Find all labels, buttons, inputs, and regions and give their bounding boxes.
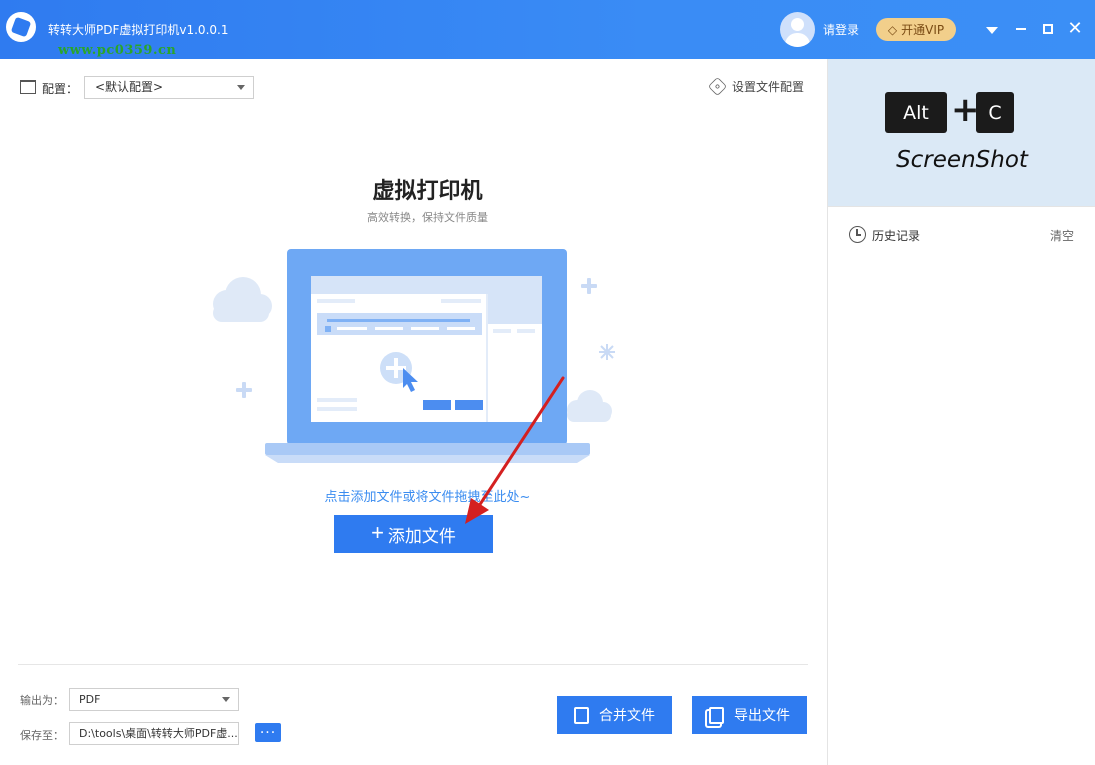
history-panel: Alt + C ScreenShot 历史记录 清空 bbox=[827, 59, 1095, 765]
vip-button[interactable]: ◇ 开通VIP bbox=[876, 18, 956, 41]
clear-history-link[interactable]: 清空 bbox=[1050, 227, 1074, 244]
page-subtitle: 高效转换，保持文件质量 bbox=[367, 211, 488, 224]
save-path-field[interactable]: D:\tools\桌面\转转大师PDF虚... bbox=[69, 722, 239, 745]
diamond-icon: ◇ bbox=[887, 22, 898, 37]
login-link[interactable]: 请登录 bbox=[823, 21, 859, 38]
save-path-label: 保存至： bbox=[20, 729, 64, 742]
chevron-down-icon bbox=[237, 85, 245, 90]
config-select[interactable]: <默认配置> bbox=[84, 76, 254, 99]
watermark: www.pc0359.cn bbox=[58, 43, 177, 58]
title-bar: 转转大师PDF虚拟打印机v1.0.0.1 www.pc0359.cn 请登录 ◇… bbox=[0, 0, 1095, 59]
export-files-button[interactable]: 导出文件 bbox=[692, 696, 807, 734]
browse-button[interactable]: ··· bbox=[255, 723, 281, 742]
annotation-arrow bbox=[465, 376, 565, 524]
maximize-button[interactable] bbox=[1037, 18, 1059, 40]
config-label: 配置： bbox=[42, 82, 79, 96]
avatar[interactable] bbox=[780, 12, 815, 47]
minimize-icon bbox=[1016, 28, 1026, 30]
cloud-icon bbox=[213, 277, 272, 322]
plus-icon: + bbox=[371, 520, 384, 545]
output-format-select[interactable]: PDF bbox=[69, 688, 239, 711]
screenshot-banner[interactable]: Alt + C ScreenShot bbox=[828, 59, 1095, 206]
app-title: 转转大师PDF虚拟打印机v1.0.0.1 bbox=[48, 23, 229, 37]
vip-label: 开通VIP bbox=[901, 23, 945, 37]
output-format-value: PDF bbox=[79, 693, 101, 706]
document-icon bbox=[574, 706, 589, 724]
add-file-label: 添加文件 bbox=[387, 526, 456, 546]
documents-icon bbox=[709, 706, 724, 724]
export-files-label: 导出文件 bbox=[734, 707, 790, 723]
chevron-down-icon bbox=[986, 26, 998, 34]
divider bbox=[828, 206, 1095, 207]
drop-hint: 点击添加文件或将文件拖拽至此处~ bbox=[324, 490, 531, 505]
c-key: C bbox=[976, 92, 1014, 133]
menu-dropdown-button[interactable] bbox=[981, 18, 1003, 40]
divider bbox=[18, 664, 808, 665]
history-title: 历史记录 bbox=[872, 229, 921, 243]
page-title: 虚拟打印机 bbox=[372, 179, 483, 204]
sparkle-icon bbox=[599, 344, 615, 360]
merge-files-label: 合并文件 bbox=[599, 707, 655, 723]
app-logo-icon bbox=[6, 12, 36, 42]
close-icon: ✕ bbox=[1067, 18, 1083, 39]
settings-icon bbox=[707, 76, 728, 97]
settings-file-config-link[interactable]: 设置文件配置 bbox=[707, 76, 805, 97]
chevron-down-icon bbox=[222, 697, 230, 702]
alt-key: Alt bbox=[885, 92, 947, 133]
merge-files-button[interactable]: 合并文件 bbox=[557, 696, 672, 734]
clock-icon bbox=[849, 226, 866, 243]
config-selected-value: <默认配置> bbox=[95, 80, 164, 94]
minimize-button[interactable] bbox=[1010, 18, 1032, 40]
settings-link-label: 设置文件配置 bbox=[732, 80, 805, 94]
output-format-label: 输出为： bbox=[20, 694, 64, 707]
banner-text: ScreenShot bbox=[896, 147, 1028, 173]
close-button[interactable]: ✕ bbox=[1064, 18, 1086, 40]
folder-icon bbox=[20, 80, 36, 94]
maximize-icon bbox=[1043, 24, 1053, 34]
